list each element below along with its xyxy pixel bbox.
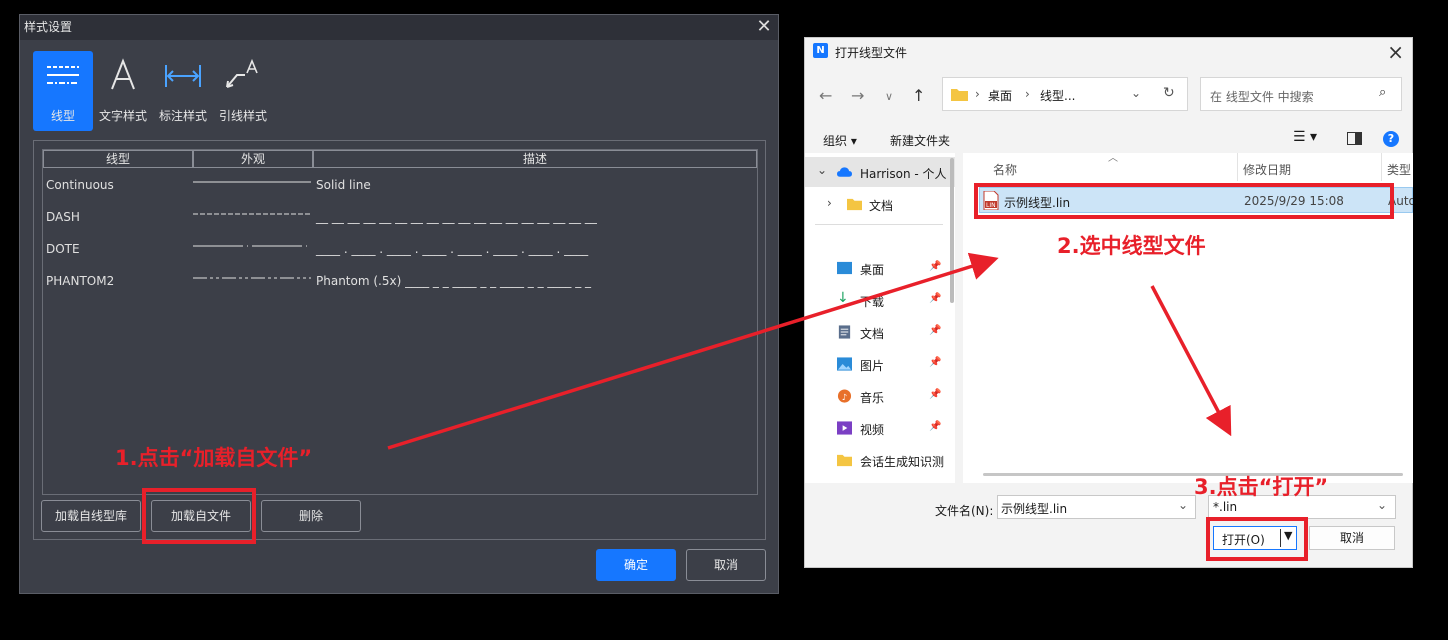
arrow-step-1-to-2 — [387, 252, 999, 450]
arrow-step-2-to-3 — [1150, 285, 1232, 437]
annotation-arrows — [387, 252, 1232, 450]
